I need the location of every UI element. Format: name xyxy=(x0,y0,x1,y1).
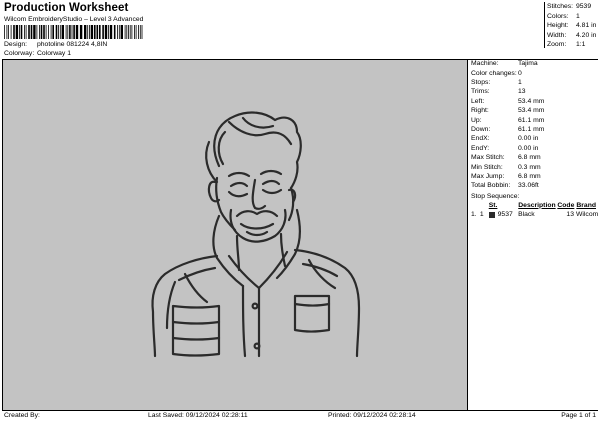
max-stitch-row: Max Stitch: 6.8 mm xyxy=(471,154,541,162)
max-jump-row: Max Jump: 6.8 mm xyxy=(471,172,541,180)
header-divider xyxy=(544,2,545,48)
design-label: Design: xyxy=(4,41,28,48)
stat-height: Height: 4.81 in xyxy=(547,22,597,30)
barcode xyxy=(4,25,143,39)
machine-row: Machine: Tajima xyxy=(471,60,538,68)
stop-sequence-heading: Stop Sequence: xyxy=(471,192,520,200)
design-value: photoline 081224 4,8IN xyxy=(37,41,108,48)
page-title: Production Worksheet xyxy=(4,2,129,14)
down-row: Down: 61.1 mm xyxy=(471,126,545,134)
page-number: Page 1 of 1 xyxy=(561,412,596,419)
created-by: Created By: xyxy=(4,412,40,419)
thread-color-swatch xyxy=(488,211,495,218)
colorway-label: Colorway: xyxy=(4,50,35,57)
worksheet-page: Production Worksheet Wilcom EmbroiderySt… xyxy=(0,0,600,424)
design-stats: Stitches: 9539 Colors: 1 Height: 4.81 in Wi… xyxy=(547,3,599,51)
software-subtitle: Wilcom EmbroideryStudio – Level 3 Advanc… xyxy=(4,16,144,23)
stops-row: Stops: 1 xyxy=(471,79,522,87)
left-row: Left: 53.4 mm xyxy=(471,97,545,105)
stop-sequence-header: St. Description Code Brand xyxy=(470,201,598,210)
col-st: St. xyxy=(488,201,498,209)
stat-zoom: Zoom: 1:1 xyxy=(547,41,586,49)
colorway-value: Colorway 1 xyxy=(37,50,71,57)
color-changes-row: Color changes: 0 xyxy=(471,69,522,77)
machine-panel: Machine: Tajima Color changes: 0 Stops: 1 T… xyxy=(470,60,598,410)
col-code: Code xyxy=(557,201,575,209)
total-bobbin-row: Total Bobbin: 33.06ft xyxy=(471,182,539,190)
endx-row: EndX: 0.00 in xyxy=(471,135,539,143)
embroidery-portrait xyxy=(151,111,361,358)
stat-colors: Colors: 1 xyxy=(547,12,580,20)
table-row: 1. 1 9537 Black 13 Wilcom xyxy=(471,210,599,218)
footer: Created By: Last Saved: 09/12/2024 02:28… xyxy=(4,412,596,422)
printed-date: Printed: 09/12/2024 02:28:14 xyxy=(328,412,416,419)
last-saved: Last Saved: 09/12/2024 02:28:11 xyxy=(148,412,248,419)
min-stitch-row: Min Stitch: 0.3 mm xyxy=(471,163,541,171)
stat-width: Width: 4.20 in xyxy=(547,31,597,39)
stat-stitches: Stitches: 9539 xyxy=(547,3,592,11)
col-brand: Brand xyxy=(576,201,596,209)
design-row: Design: photoline 081224 4,8IN xyxy=(4,41,108,49)
trims-row: Trims: 13 xyxy=(471,88,526,96)
footer-separator xyxy=(2,410,598,411)
colorway-row: Colorway: Colorway 1 xyxy=(4,50,71,58)
up-row: Up: 61.1 mm xyxy=(471,116,545,124)
right-row: Right: 53.4 mm xyxy=(471,107,545,115)
stop-sequence-table: St. Description Code Brand 1. 1 9537 Bla… xyxy=(470,201,598,219)
endy-row: EndY: 0.00 in xyxy=(471,144,539,152)
design-preview xyxy=(2,60,468,410)
col-description: Description xyxy=(518,201,556,209)
